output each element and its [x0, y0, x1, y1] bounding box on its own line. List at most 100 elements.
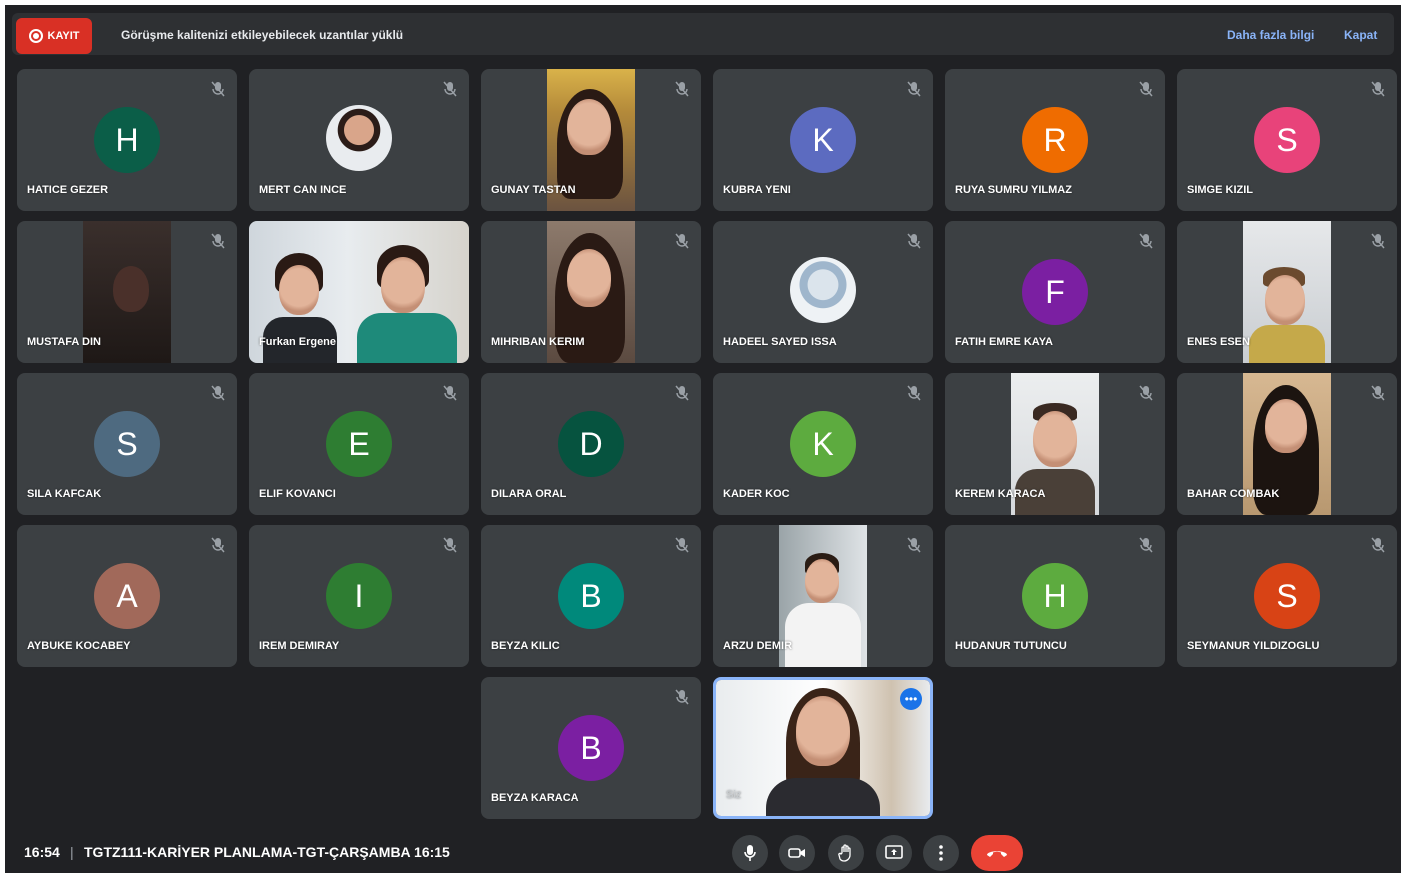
recording-badge[interactable]: KAYIT [16, 18, 92, 54]
mic-off-icon [443, 537, 457, 553]
participant-tile[interactable]: MUSTAFA DIN [17, 221, 237, 363]
participant-tile[interactable]: MIHRIBAN KERIM [481, 221, 701, 363]
participant-tile[interactable]: H HUDANUR TUTUNCU [945, 525, 1165, 667]
participant-tile[interactable]: B BEYZA KILIC [481, 525, 701, 667]
participant-name: IREM DEMIRAY [259, 640, 340, 652]
participant-name: ENES ESEN [1187, 336, 1250, 348]
banner-notice: Görüşme kalitenizi etkileyebilecek uzant… [121, 28, 404, 42]
meeting-title: TGTZ111-KARİYER PLANLAMA-TGT-ÇARŞAMBA 16… [84, 844, 450, 860]
participant-tile[interactable]: ENES ESEN [1177, 221, 1397, 363]
participant-name: FATIH EMRE KAYA [955, 336, 1054, 348]
avatar: S [1254, 107, 1320, 173]
participant-tile[interactable]: Furkan Ergene [249, 221, 469, 363]
mic-off-icon [907, 537, 921, 553]
participant-tile[interactable]: HADEEL SAYED ISSA [713, 221, 933, 363]
participant-tile[interactable]: S SEYMANUR YILDIZOGLU [1177, 525, 1397, 667]
participant-name: HADEEL SAYED ISSA [723, 336, 837, 348]
camera-button[interactable] [779, 835, 815, 871]
mic-off-icon [675, 385, 689, 401]
mic-off-icon [211, 537, 225, 553]
avatar: I [326, 563, 392, 629]
participant-tile[interactable]: R RUYA SUMRU YILMAZ [945, 69, 1165, 211]
self-label: Siz [726, 789, 742, 801]
avatar: S [1254, 563, 1320, 629]
self-video [716, 680, 930, 816]
participant-tile[interactable]: F FATIH EMRE KAYA [945, 221, 1165, 363]
participant-tile[interactable]: KEREM KARACA [945, 373, 1165, 515]
participant-tile[interactable]: S SILA KAFCAK [17, 373, 237, 515]
mic-off-icon [1139, 385, 1153, 401]
participant-tile[interactable]: E ELIF KOVANCI [249, 373, 469, 515]
participant-tile[interactable]: I IREM DEMIRAY [249, 525, 469, 667]
mic-off-icon [1139, 537, 1153, 553]
participant-tile[interactable]: GUNAY TASTAN [481, 69, 701, 211]
avatar: B [558, 563, 624, 629]
mic-off-icon [1371, 233, 1385, 249]
avatar: D [558, 411, 624, 477]
participant-name: BEYZA KILIC [491, 640, 560, 652]
participant-name: BAHAR COMBAK [1187, 488, 1280, 500]
avatar: E [326, 411, 392, 477]
camera-icon [788, 848, 805, 858]
mic-off-icon [211, 233, 225, 249]
participant-tile[interactable]: S SIMGE KIZIL [1177, 69, 1397, 211]
present-button[interactable] [876, 835, 912, 871]
participant-tile[interactable]: ARZU DEMIR [713, 525, 933, 667]
more-options-icon[interactable]: ••• [900, 688, 922, 710]
participant-tile[interactable]: K KADER KOC [713, 373, 933, 515]
avatar [790, 257, 856, 323]
mic-off-icon [907, 81, 921, 97]
participant-name: BEYZA KARACA [491, 792, 579, 804]
avatar: K [790, 411, 856, 477]
participant-video [779, 525, 867, 667]
participant-name: HATICE GEZER [27, 184, 109, 196]
microphone-icon [744, 845, 756, 861]
end-call-icon [987, 851, 1007, 857]
participant-name: ELIF KOVANCI [259, 488, 336, 500]
participant-name: KUBRA YENI [723, 184, 791, 196]
participant-tile[interactable]: H HATICE GEZER [17, 69, 237, 211]
end-call-button[interactable] [971, 835, 1023, 871]
present-screen-icon [885, 845, 903, 859]
participant-name: MIHRIBAN KERIM [491, 336, 585, 348]
banner-close-link[interactable]: Kapat [1344, 28, 1377, 42]
participant-tile[interactable]: K KUBRA YENI [713, 69, 933, 211]
mic-off-icon [1371, 385, 1385, 401]
mic-off-icon [1371, 81, 1385, 97]
mic-off-icon [675, 689, 689, 705]
learn-more-link[interactable]: Daha fazla bilgi [1227, 28, 1314, 42]
participant-name: SEYMANUR YILDIZOGLU [1187, 640, 1320, 652]
participant-video [1243, 221, 1331, 363]
mic-off-icon [907, 233, 921, 249]
mic-button[interactable] [732, 835, 768, 871]
avatar: H [94, 107, 160, 173]
participant-name: Furkan Ergene [259, 336, 337, 348]
participant-name: DILARA ORAL [491, 488, 567, 500]
participant-name: RUYA SUMRU YILMAZ [955, 184, 1072, 196]
participant-name: MERT CAN INCE [259, 184, 347, 196]
mic-off-icon [1139, 81, 1153, 97]
participant-tile[interactable]: A AYBUKE KOCABEY [17, 525, 237, 667]
mic-off-icon [443, 81, 457, 97]
record-icon [28, 29, 43, 43]
mic-off-icon [675, 233, 689, 249]
raise-hand-button[interactable] [828, 835, 864, 871]
mic-off-icon [443, 385, 457, 401]
mic-off-icon [211, 81, 225, 97]
recording-label: KAYIT [47, 30, 80, 42]
avatar: A [94, 563, 160, 629]
mic-off-icon [675, 81, 689, 97]
participant-tile[interactable]: B BEYZA KARACA [481, 677, 701, 819]
avatar: R [1022, 107, 1088, 173]
participant-tile[interactable]: D DILARA ORAL [481, 373, 701, 515]
participant-name: SILA KAFCAK [27, 488, 102, 500]
participant-tile[interactable]: BAHAR COMBAK [1177, 373, 1397, 515]
participant-name: KADER KOC [723, 488, 790, 500]
participant-tile[interactable]: MERT CAN INCE [249, 69, 469, 211]
participant-name: ARZU DEMIR [723, 640, 793, 652]
more-options-icon [939, 845, 943, 861]
self-view-tile[interactable]: Siz ••• [713, 677, 933, 819]
more-options-button[interactable] [923, 835, 959, 871]
avatar: B [558, 715, 624, 781]
participant-name: GUNAY TASTAN [491, 184, 576, 196]
